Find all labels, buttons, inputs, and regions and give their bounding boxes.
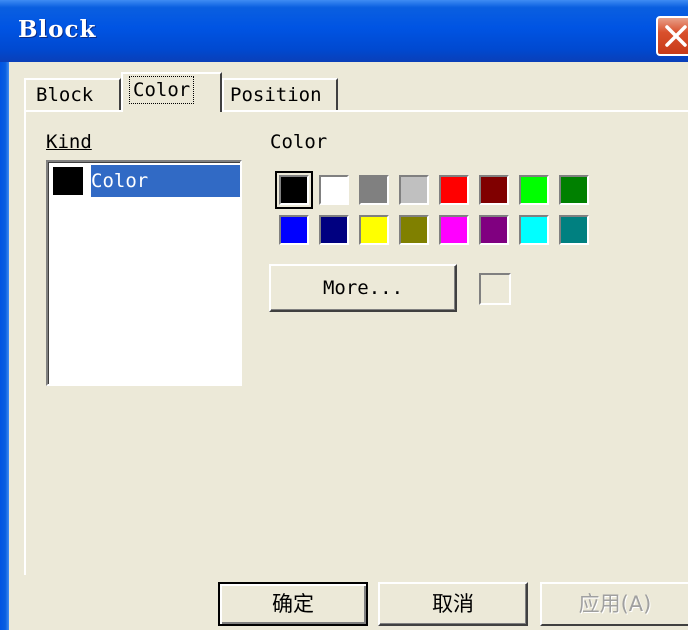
more-colors-button[interactable]: More... [269,264,457,312]
tab-block[interactable]: Block [24,78,121,110]
tab-color[interactable]: Color [121,72,222,112]
color-swatch-yellow[interactable] [359,215,389,245]
kind-listbox[interactable]: Color [46,160,242,386]
window-frame-left [0,62,9,630]
cancel-button[interactable]: 取消 [378,582,528,626]
kind-label-text: Kind [46,131,92,153]
color-swatch-lime[interactable] [519,175,549,205]
tab-position[interactable]: Position [222,78,338,110]
color-swatch-black[interactable] [275,171,313,209]
window-title: Block [18,16,97,43]
more-button-label: More... [322,277,404,299]
color-swatch-silver[interactable] [399,175,429,205]
color-swatch-white[interactable] [319,175,349,205]
color-swatch-cyan[interactable] [519,215,549,245]
kind-item-swatch [53,167,83,195]
tab-position-label: Position [230,84,322,106]
color-preview [479,273,511,305]
color-swatch-red[interactable] [439,175,469,205]
apply-button[interactable]: 应用(A) [540,582,688,626]
color-swatch-purple[interactable] [479,215,509,245]
color-swatch-magenta[interactable] [439,215,469,245]
color-swatch-blue[interactable] [279,215,309,245]
tab-color-label: Color [129,76,195,104]
color-label: Color [270,131,328,153]
close-icon [665,25,687,47]
kind-label: Kind [46,131,92,153]
close-button[interactable] [656,16,688,56]
kind-item-label: Color [91,165,240,197]
block-dialog: Block Block Position Color Kind Color Co… [0,0,688,630]
title-bar[interactable]: Block [0,0,688,62]
tab-block-label: Block [36,84,94,106]
color-swatch-teal[interactable] [559,215,589,245]
color-swatch-navy[interactable] [319,215,349,245]
color-swatch-gray[interactable] [359,175,389,205]
color-swatch-green[interactable] [559,175,589,205]
list-item[interactable]: Color [51,165,240,197]
color-swatch-olive[interactable] [399,215,429,245]
ok-button[interactable]: 确定 [218,582,368,626]
color-swatch-maroon[interactable] [479,175,509,205]
